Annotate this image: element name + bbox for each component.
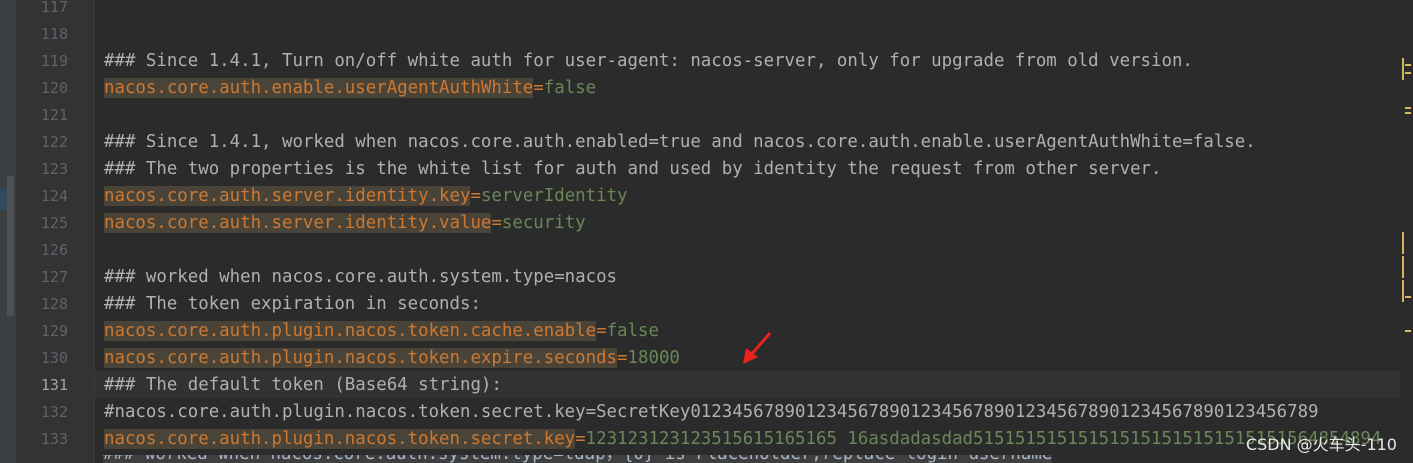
line-number: 121 — [40, 106, 68, 124]
equals-sign: = — [470, 186, 481, 206]
warning-marker[interactable] — [1405, 330, 1411, 332]
property-value: false — [606, 321, 659, 341]
line-number: 133 — [40, 430, 68, 448]
code-line[interactable]: nacos.core.auth.enable.userAgentAuthWhit… — [95, 48, 596, 98]
comment-text: ### worked when nacos.core.auth.system.t… — [104, 267, 618, 287]
comment-text: ### The default token (Base64 string): — [104, 375, 502, 395]
red-arrow-annotation-icon — [743, 332, 772, 364]
change-marker — [1402, 232, 1404, 254]
line-number: 132 — [40, 403, 68, 421]
code-line[interactable]: ### The token expiration in seconds: — [95, 264, 481, 314]
property-value: 18000 — [627, 348, 680, 368]
property-value: security — [501, 213, 586, 233]
code-line[interactable]: nacos.core.auth.server.identity.value=se… — [95, 183, 586, 233]
line-number: 122 — [40, 133, 68, 151]
property-key: nacos.core.auth.plugin.nacos.token.cache… — [104, 321, 597, 341]
comment-text: ### The token expiration in seconds: — [104, 294, 481, 314]
warning-marker[interactable] — [1405, 107, 1411, 109]
equals-sign: = — [491, 213, 502, 233]
line-number: 125 — [40, 214, 68, 232]
code-line[interactable]: nacos.core.auth.plugin.nacos.token.expir… — [95, 318, 680, 368]
partially-visible-line: ### worked when nacos.core.auth.system.t… — [103, 455, 1103, 463]
line-number-row: 119 — [16, 48, 94, 75]
property-key: nacos.core.auth.plugin.nacos.token.expir… — [104, 348, 618, 368]
change-marker — [1402, 256, 1404, 278]
equals-sign: = — [533, 78, 544, 98]
code-editor[interactable]: 117 118 119 120 121 122 123 124 125 126 … — [0, 0, 1413, 463]
line-number: 127 — [40, 268, 68, 286]
equals-sign: = — [596, 321, 607, 341]
line-number-row: 118 — [16, 21, 94, 48]
comment-text: ### The two properties is the white list… — [104, 159, 1162, 179]
code-area[interactable]: ### Since 1.4.1, Turn on/off white auth … — [95, 0, 1400, 463]
line-number: 126 — [40, 241, 68, 259]
line-number: 118 — [40, 25, 68, 43]
line-number-row: 132 — [16, 399, 94, 426]
tool-window-strip — [0, 0, 16, 463]
line-number: 130 — [40, 349, 68, 367]
comment-text: ### worked when nacos.core.auth.system.t… — [103, 455, 1053, 463]
property-key: nacos.core.auth.server.identity.key — [104, 186, 471, 206]
code-line[interactable]: ### Since 1.4.1, Turn on/off white auth … — [95, 21, 1193, 71]
code-line[interactable]: ### The default token (Base64 string): — [95, 345, 502, 395]
line-number-row: 130 — [16, 345, 94, 372]
line-number-row: 117 — [16, 0, 94, 21]
code-line[interactable]: ### The two properties is the white list… — [95, 129, 1161, 179]
warning-marker[interactable] — [1405, 72, 1411, 74]
code-line[interactable]: ### Since 1.4.1, worked when nacos.core.… — [95, 102, 1256, 152]
left-scroll-thumb[interactable] — [7, 176, 14, 316]
line-number-row: 126 — [16, 237, 94, 264]
change-marker — [1402, 280, 1404, 302]
line-number-row: 120 — [16, 75, 94, 102]
code-line[interactable]: #nacos.core.auth.plugin.nacos.token.secr… — [95, 372, 1319, 422]
property-key: nacos.core.auth.plugin.nacos.token.secre… — [104, 429, 576, 449]
property-key: nacos.core.auth.enable.userAgentAuthWhit… — [104, 78, 534, 98]
line-number: 124 — [40, 187, 68, 205]
property-value: serverIdentity — [480, 186, 628, 206]
watermark: CSDN @火车头-110 — [1245, 435, 1397, 454]
equals-sign: = — [575, 429, 586, 449]
line-number: 120 — [40, 79, 68, 97]
line-number: 129 — [40, 322, 68, 340]
line-number: 119 — [40, 52, 68, 70]
change-marker — [1402, 58, 1404, 80]
property-value: false — [543, 78, 597, 98]
comment-text: ### Since 1.4.1, Turn on/off white auth … — [104, 51, 1193, 71]
line-number: 128 — [40, 295, 68, 313]
line-number-row: 124 — [16, 183, 94, 210]
comment-text: ### Since 1.4.1, worked when nacos.core.… — [104, 132, 1256, 152]
line-number-row: 129 — [16, 318, 94, 345]
warning-marker[interactable] — [1405, 64, 1411, 66]
code-line[interactable]: nacos.core.auth.plugin.nacos.token.secre… — [95, 399, 1381, 449]
warning-marker[interactable] — [1405, 112, 1411, 114]
error-stripe[interactable] — [1400, 0, 1413, 463]
line-number: 123 — [40, 160, 68, 178]
current-line-number: 131 — [40, 376, 68, 394]
property-key: nacos.core.auth.server.identity.value — [104, 213, 492, 233]
commented-property-line: #nacos.core.auth.plugin.nacos.token.secr… — [104, 402, 1319, 422]
line-number-row: 131 — [16, 372, 94, 399]
code-line[interactable]: nacos.core.auth.plugin.nacos.token.cache… — [95, 291, 659, 341]
equals-sign: = — [617, 348, 628, 368]
line-number-row: 125 — [16, 210, 94, 237]
line-number-row: 121 — [16, 102, 94, 129]
line-number-row: 133 — [16, 426, 94, 453]
warning-marker[interactable] — [1405, 296, 1411, 298]
line-number-row: 127 — [16, 264, 94, 291]
line-number-row: 128 — [16, 291, 94, 318]
line-number-row: 122 — [16, 129, 94, 156]
code-line[interactable]: ### worked when nacos.core.auth.system.t… — [95, 237, 617, 287]
line-number: 117 — [40, 0, 68, 16]
line-number-row: 123 — [16, 156, 94, 183]
code-line[interactable]: nacos.core.auth.server.identity.key=serv… — [95, 156, 628, 206]
